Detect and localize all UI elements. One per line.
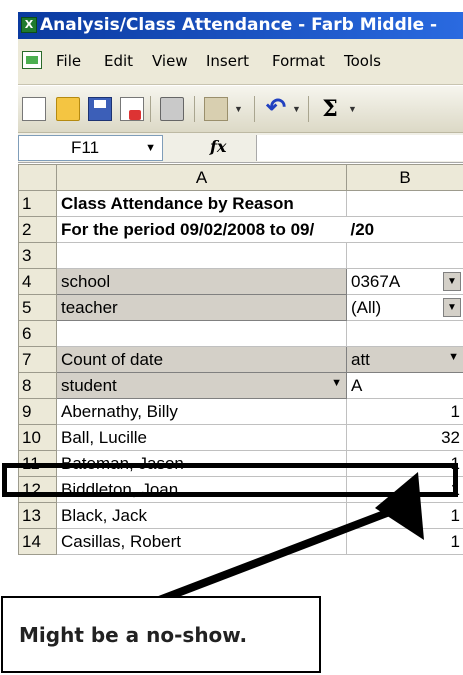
pointer-arrow [118, 472, 424, 619]
arrow-head [375, 472, 424, 540]
callout-text: Might be a no-show. [19, 623, 248, 647]
callout-box: Might be a no-show. [1, 596, 321, 673]
